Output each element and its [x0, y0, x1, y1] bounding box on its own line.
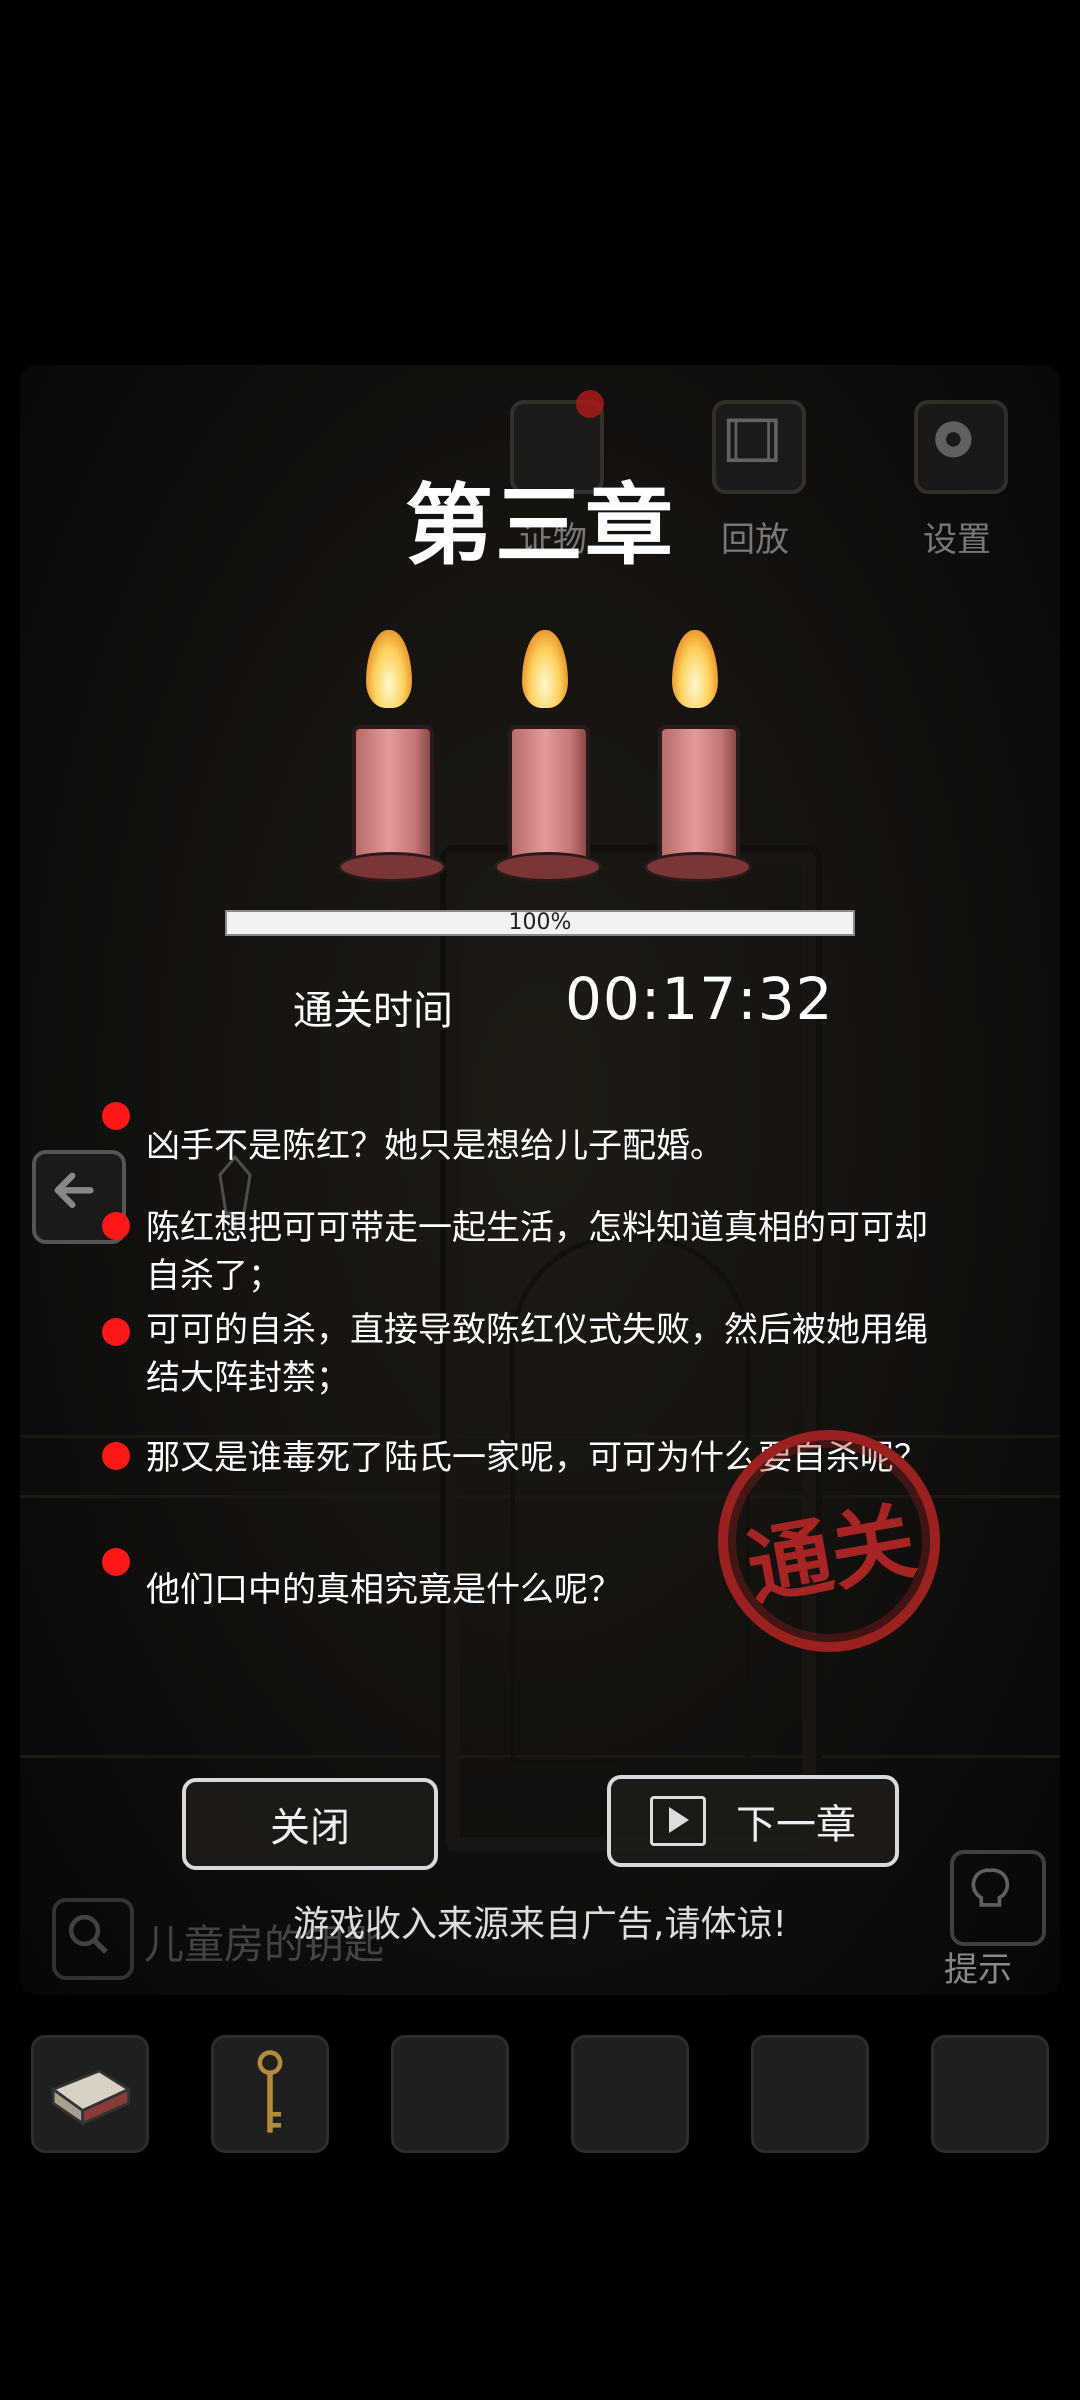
inventory-slot[interactable] [571, 2035, 689, 2153]
candle-icon [338, 630, 446, 882]
key-icon [257, 2050, 283, 2133]
stamp-text: 通关 [740, 1491, 923, 1618]
candle-icon [494, 630, 602, 882]
inventory-slot[interactable] [931, 2035, 1049, 2153]
dim-overlay [20, 365, 1060, 1995]
note-item: 陈红想把可可带走一起生活，怎料知道真相的可可却自杀了； [146, 1208, 928, 1296]
matchbox-icon [50, 2069, 132, 2127]
play-video-icon [650, 1796, 706, 1846]
next-chapter-button[interactable]: 下一章 [607, 1775, 899, 1867]
game-scene-background [20, 365, 1060, 1995]
note-item: 可可的自杀，直接导致陈红仪式失败，然后被她用绳结大阵封禁； [146, 1310, 928, 1398]
candle-icon [644, 630, 752, 882]
bullet-dot [102, 1548, 130, 1576]
clear-time-label: 通关时间 [293, 988, 453, 1034]
ad-notice: 游戏收入来源来自广告,请体谅! [293, 1904, 787, 1945]
note-item: 凶手不是陈红？她只是想给儿子配婚。 [146, 1126, 724, 1166]
inventory-slot[interactable] [211, 2035, 329, 2153]
bullet-dot [102, 1212, 130, 1240]
notification-dot [576, 390, 604, 418]
bullet-dot [102, 1442, 130, 1470]
progress-text: 100% [508, 910, 572, 935]
chapter-title: 第三章 [404, 474, 675, 577]
hint-button[interactable] [950, 1850, 1046, 1946]
progress-bar: 100% [225, 910, 855, 936]
inventory-slot[interactable] [751, 2035, 869, 2153]
clear-time-value: 00:17:32 [565, 965, 834, 1033]
close-button-label: 关闭 [270, 1805, 350, 1851]
bullet-dot [102, 1102, 130, 1130]
bullet-dot [102, 1318, 130, 1346]
hint-label: 提示 [944, 1950, 1012, 1990]
close-button[interactable]: 关闭 [182, 1778, 438, 1870]
inventory-slot[interactable] [391, 2035, 509, 2153]
next-chapter-label: 下一章 [736, 1802, 856, 1848]
lightbulb-icon [971, 1868, 1010, 1907]
inventory-slot[interactable] [31, 2035, 149, 2153]
